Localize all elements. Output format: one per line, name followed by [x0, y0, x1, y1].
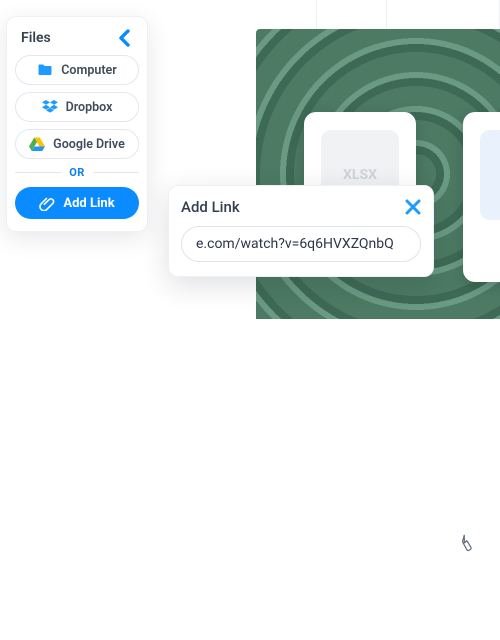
- paperclip-icon: [39, 195, 55, 211]
- source-dropbox-button[interactable]: Dropbox: [15, 92, 139, 122]
- file-badge-xlsx: XLSX: [343, 167, 377, 183]
- or-text: OR: [69, 166, 85, 179]
- files-header: Files: [15, 27, 139, 55]
- files-title: Files: [21, 30, 51, 46]
- files-panel: Files Computer Dropbox Google Drive OR A…: [6, 16, 148, 232]
- popover-title: Add Link: [181, 198, 240, 216]
- file-thumb-docx: [480, 130, 500, 220]
- source-gdrive-label: Google Drive: [53, 137, 125, 152]
- or-divider: OR: [15, 166, 139, 179]
- top-toolbar-divider: [386, 0, 387, 29]
- popover-header: Add Link: [181, 198, 421, 216]
- source-dropbox-label: Dropbox: [66, 100, 113, 115]
- back-chevron-icon[interactable]: [117, 29, 133, 47]
- divider-line: [93, 172, 139, 173]
- dropbox-icon: [42, 99, 58, 115]
- source-gdrive-button[interactable]: Google Drive: [15, 129, 139, 159]
- google-drive-icon: [29, 136, 45, 152]
- cursor-pointer-icon: [458, 533, 476, 553]
- folder-icon: [37, 62, 53, 78]
- divider-line: [15, 172, 61, 173]
- close-icon[interactable]: [405, 199, 421, 215]
- top-toolbar-strip: [316, 0, 500, 29]
- file-card-docx[interactable]: plan DOCX D: [463, 112, 500, 282]
- add-link-label: Add Link: [63, 196, 114, 211]
- source-computer-button[interactable]: Computer: [15, 55, 139, 85]
- link-url-input[interactable]: [181, 226, 421, 262]
- add-link-button[interactable]: Add Link: [15, 187, 139, 219]
- add-link-popover: Add Link: [168, 185, 434, 277]
- source-computer-label: Computer: [61, 63, 117, 78]
